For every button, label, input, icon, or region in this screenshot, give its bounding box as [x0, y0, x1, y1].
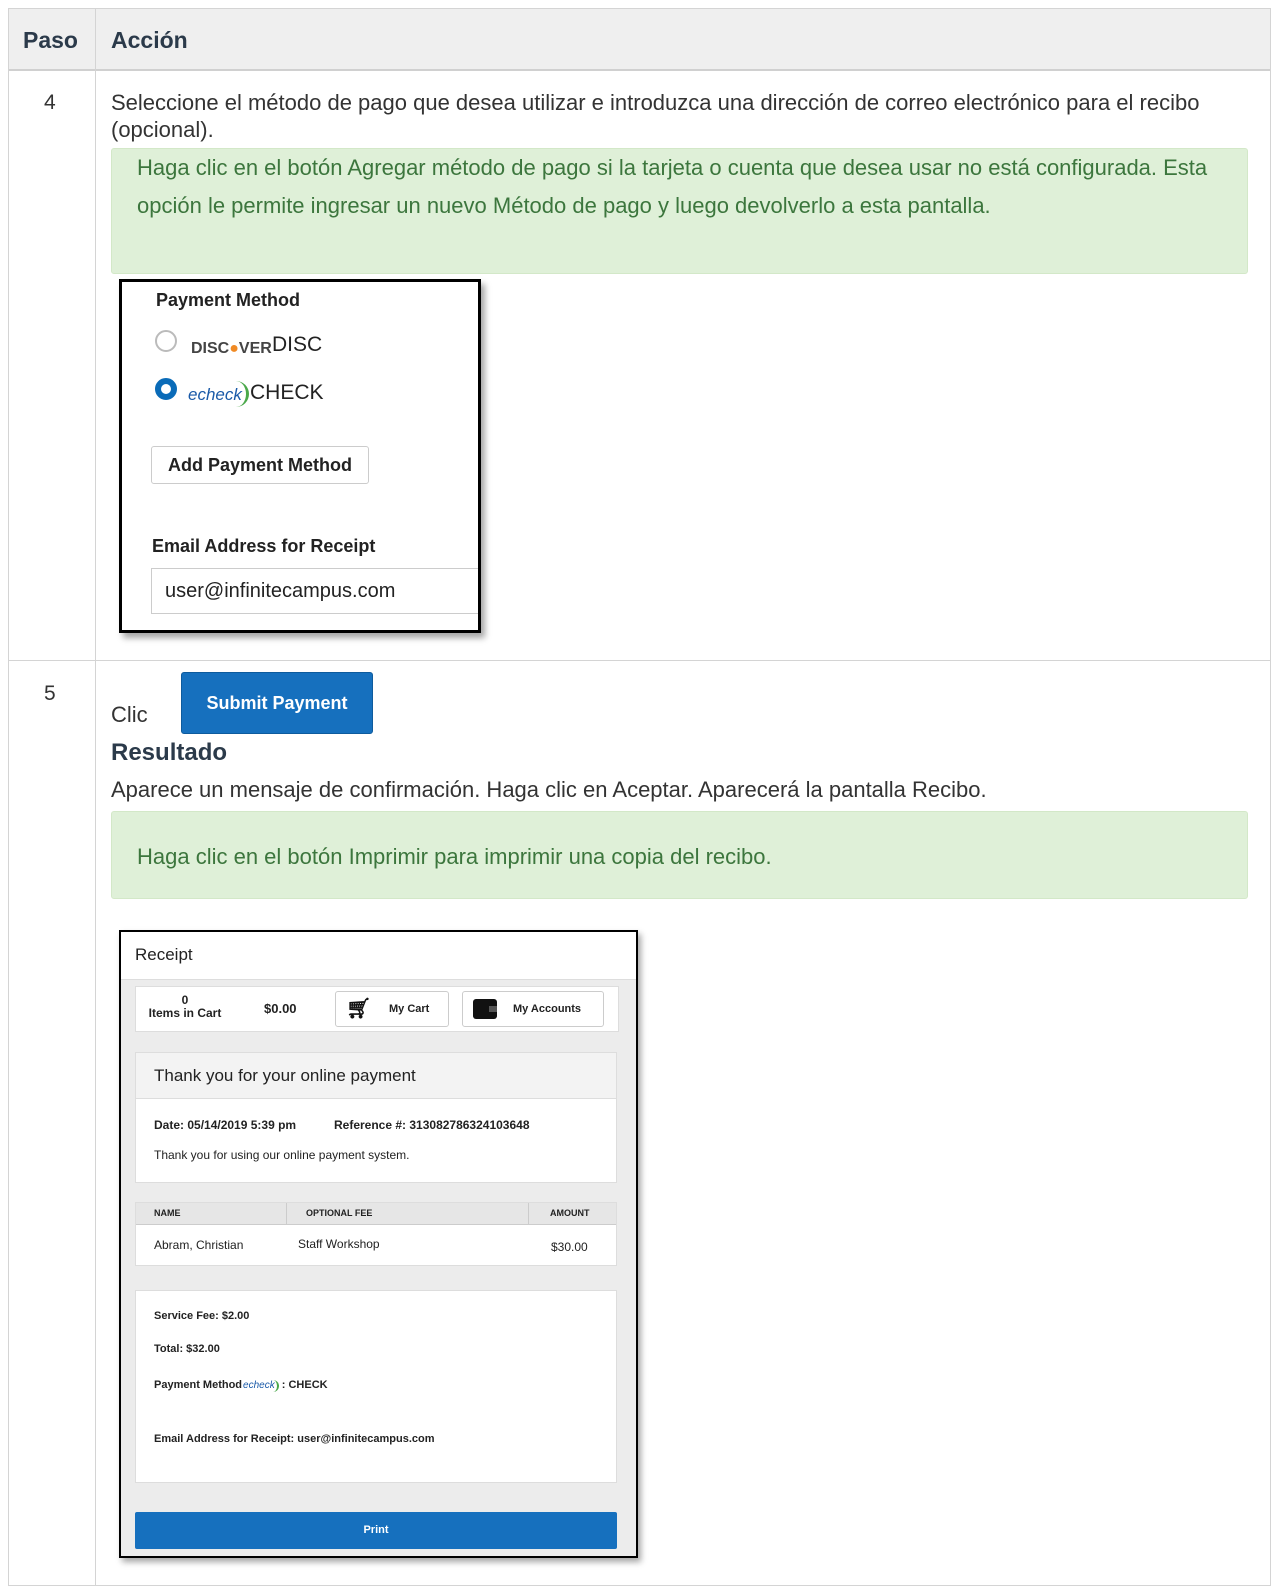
receipt-title-bar: Receipt	[121, 932, 636, 980]
result-heading: Resultado	[111, 739, 228, 766]
payment-method-label: Payment Method	[154, 1379, 243, 1391]
col-divider	[528, 1203, 529, 1225]
service-fee: Service Fee: $2.00	[154, 1310, 250, 1322]
row-name: Abram, Christian	[154, 1238, 244, 1252]
my-accounts-label: My Accounts	[513, 1003, 582, 1015]
payment-method-line: Payment Methodecheck : CHECK	[154, 1379, 328, 1392]
thanks-text: Thank you for using our online payment s…	[154, 1148, 410, 1162]
receipt-screenshot: Receipt 0 Items in Cart $0.00 🛒︎ My Cart…	[119, 930, 638, 1558]
cart-total: $0.00	[264, 1001, 297, 1016]
receipt-title: Receipt	[135, 945, 193, 964]
click-text: Clic	[111, 702, 148, 727]
print-button[interactable]: Print	[135, 1512, 617, 1549]
my-cart-button[interactable]: 🛒︎ My Cart	[335, 991, 449, 1027]
step4-note-text: Haga clic en el botón Agregar método de …	[137, 155, 1208, 218]
fee-table-header: NAME OPTIONAL FEE AMOUNT	[136, 1203, 616, 1225]
echeck-logo-icon: echeck	[188, 381, 249, 407]
thanks-card: Thank you for your online payment Date: …	[135, 1052, 617, 1183]
result-text: Aparece un mensaje de confirmación. Haga…	[111, 777, 987, 802]
step4-note: Haga clic en el botón Agregar método de …	[111, 148, 1248, 274]
step5-note: Haga clic en el botón Imprimir para impr…	[111, 811, 1248, 899]
my-cart-label: My Cart	[389, 1003, 430, 1015]
echeck-small-icon: echeck	[242, 1380, 279, 1392]
discover-logo-icon: DISC●VER	[191, 340, 272, 357]
row-amount: $30.00	[551, 1240, 588, 1254]
row-fee: Staff Workshop	[298, 1237, 380, 1251]
step4-instruction: Seleccione el método de pago que desea u…	[111, 90, 1200, 142]
add-payment-method-button[interactable]: Add Payment Method	[151, 446, 369, 484]
receipt-date: Date: 05/14/2019 5:39 pm	[154, 1118, 297, 1132]
my-accounts-button[interactable]: My Accounts	[462, 991, 604, 1027]
receipt-reference: Reference #: 313082786324103648	[334, 1118, 530, 1132]
payment-method-value: : CHECK	[281, 1379, 328, 1391]
thanks-heading: Thank you for your online payment	[154, 1066, 416, 1085]
email-receipt: Email Address for Receipt: user@infinite…	[154, 1433, 435, 1445]
header-step: Paso	[23, 27, 78, 53]
step5-note-text: Haga clic en el botón Imprimir para impr…	[137, 844, 772, 869]
submit-payment-button[interactable]: Submit Payment	[181, 672, 373, 734]
radio-discover[interactable]	[155, 330, 177, 352]
payment-method-title: Payment Method	[156, 290, 301, 310]
col-name: NAME	[154, 1208, 181, 1218]
header-action: Acción	[111, 27, 188, 53]
fee-table: NAME OPTIONAL FEE AMOUNT Abram, Christia…	[135, 1202, 617, 1266]
cart-count: 0 Items in Cart	[140, 994, 230, 1020]
total: Total: $32.00	[154, 1343, 220, 1355]
step-number-5: 5	[44, 682, 56, 705]
cart-count-label: Items in Cart	[148, 1006, 222, 1020]
thanks-header: Thank you for your online payment	[136, 1053, 616, 1099]
steps-table: Paso Acción 4 Seleccione el método de pa…	[8, 8, 1271, 1586]
row-divider	[9, 660, 1270, 661]
col-optional-fee: OPTIONAL FEE	[306, 1208, 373, 1218]
col-divider	[286, 1203, 287, 1225]
wallet-icon	[473, 999, 497, 1019]
cart-bar: 0 Items in Cart $0.00 🛒︎ My Cart My Acco…	[135, 986, 619, 1032]
option-check-label: CHECK	[250, 381, 324, 404]
option-disc-label: DISC	[272, 333, 323, 356]
summary-card: Service Fee: $2.00 Total: $32.00 Payment…	[135, 1290, 617, 1483]
cart-icon: 🛒︎	[346, 998, 372, 1020]
payment-method-screenshot: Payment Method DISC●VER DISC echeck CHEC…	[119, 279, 481, 633]
step-number-4: 4	[44, 91, 56, 114]
email-label: Email Address for Receipt	[152, 536, 376, 556]
column-divider	[95, 9, 96, 1585]
col-amount: AMOUNT	[550, 1208, 590, 1218]
table-header: Paso Acción	[9, 9, 1270, 71]
email-input[interactable]: user@infinitecampus.com	[151, 568, 478, 614]
radio-echeck[interactable]	[155, 378, 177, 400]
